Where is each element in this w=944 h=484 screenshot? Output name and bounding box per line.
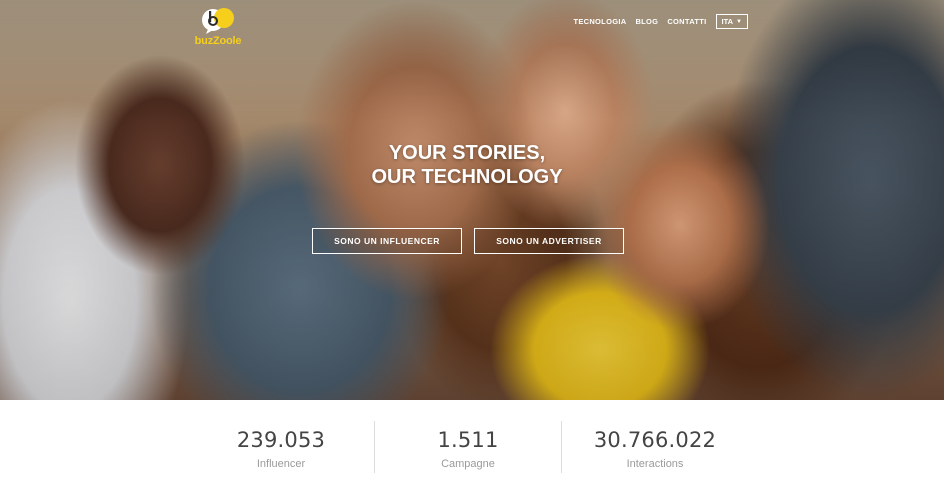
hero-section: buzZoole TECNOLOGIA BLOG CONTATTI ITA ▼ … xyxy=(0,0,944,400)
language-select[interactable]: ITA ▼ xyxy=(715,14,748,29)
brand-logo[interactable]: buzZoole xyxy=(188,6,248,48)
top-nav: TECNOLOGIA BLOG CONTATTI ITA ▼ xyxy=(573,14,748,29)
brand-name: buzZoole xyxy=(194,35,242,47)
logo-speech-bubble-icon xyxy=(202,8,234,34)
stat-value: 30.766.022 xyxy=(593,428,717,452)
nav-item-contatti[interactable]: CONTATTI xyxy=(667,17,706,26)
stats-bar: 239.053 Influencer 1.511 Campagne 30.766… xyxy=(0,400,944,484)
influencer-button[interactable]: SONO UN INFLUENCER xyxy=(312,228,462,254)
hero-headline-line-2: OUR TECHNOLOGY xyxy=(371,166,563,188)
language-selected-value: ITA xyxy=(721,17,734,26)
stat-label: Influencer xyxy=(256,458,306,470)
stat-label: Interactions xyxy=(626,458,684,470)
stat-value: 1.511 xyxy=(437,428,499,452)
stat-interactions: 30.766.022 Interactions xyxy=(560,427,750,470)
nav-item-blog[interactable]: BLOG xyxy=(635,17,658,26)
chevron-down-icon: ▼ xyxy=(736,18,742,25)
stat-influencer: 239.053 Influencer xyxy=(186,427,376,470)
hero-headline: YOUR STORIES, OUR TECHNOLOGY xyxy=(0,141,934,189)
nav-item-tecnologia[interactable]: TECNOLOGIA xyxy=(573,17,626,26)
advertiser-button[interactable]: SONO UN ADVERTISER xyxy=(474,228,624,254)
stat-campagne: 1.511 Campagne xyxy=(373,427,563,470)
stat-label: Campagne xyxy=(441,458,495,470)
hero-headline-line-1: YOUR STORIES, xyxy=(388,142,546,164)
stat-value: 239.053 xyxy=(236,428,326,452)
